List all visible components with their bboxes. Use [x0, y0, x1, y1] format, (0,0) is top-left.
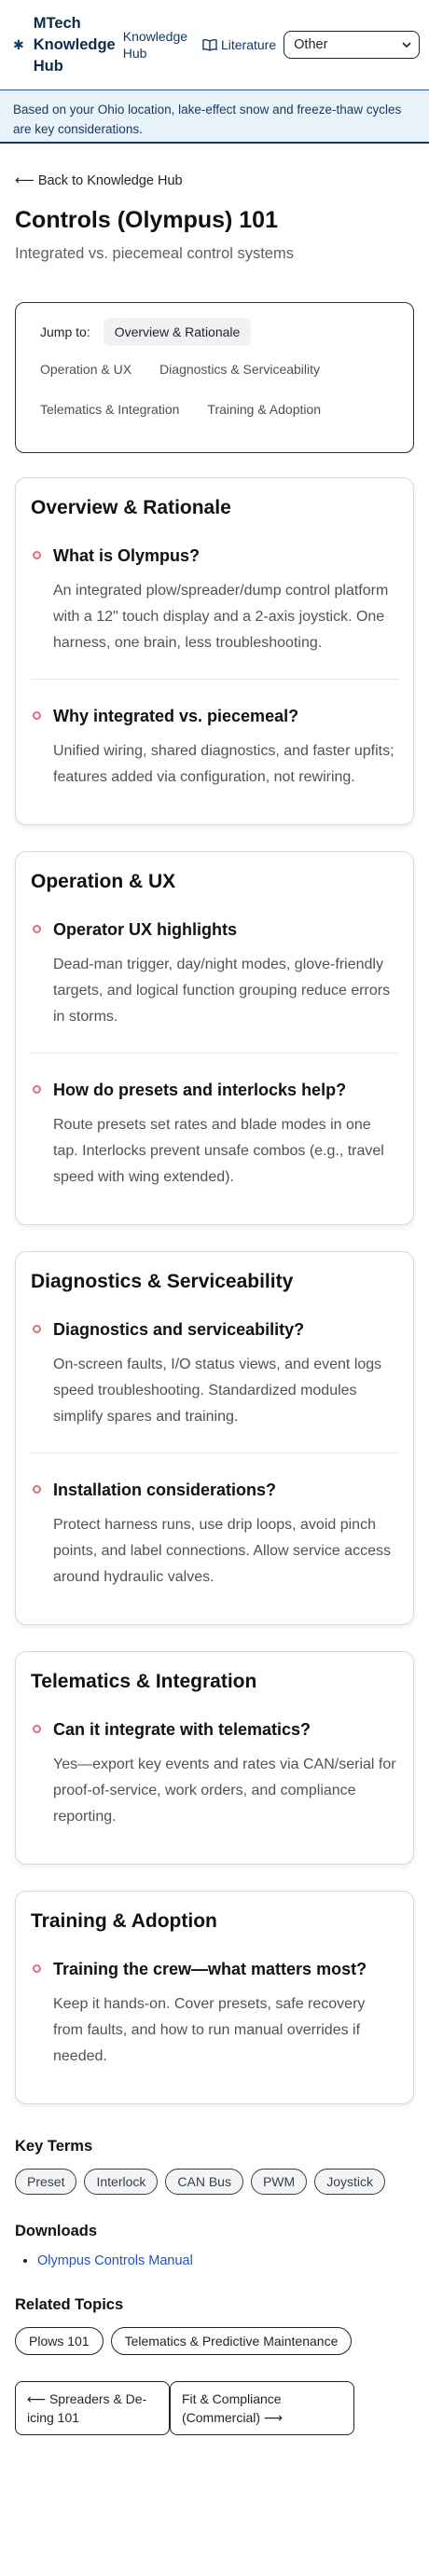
main-content: ⟵ Back to Knowledge Hub Controls (Olympu…	[0, 173, 429, 2435]
location-banner: Based on your Ohio location, lake-effect…	[0, 90, 429, 144]
bullet-icon	[33, 925, 41, 933]
question: Diagnostics and serviceability?	[53, 1320, 305, 1339]
qa-item: How do presets and interlocks help? Rout…	[31, 1053, 398, 1213]
related-topics-title: Related Topics	[15, 2296, 124, 2313]
section-title: Training & Adoption	[31, 1910, 217, 1932]
jump-training[interactable]: Training & Adoption	[196, 395, 332, 423]
jump-label: Jump to:	[40, 324, 90, 339]
section-title: Operation & UX	[31, 871, 176, 892]
bullet-icon	[33, 551, 41, 559]
downloads-title: Downloads	[15, 2223, 98, 2239]
answer: Unified wiring, shared diagnostics, and …	[53, 743, 394, 785]
back-to-hub-link[interactable]: ⟵ Back to Knowledge Hub	[15, 173, 414, 188]
answer: Keep it hands-on. Cover presets, safe re…	[53, 1996, 366, 2064]
key-terms-list: Preset Interlock CAN Bus PWM Joystick	[15, 2169, 414, 2195]
term-pill: Joystick	[314, 2169, 385, 2195]
related-telematics-link[interactable]: Telematics & Predictive Maintenance	[110, 2327, 353, 2355]
site-header: ✱ MTech Knowledge Hub Knowledge Hub Lite…	[0, 0, 429, 90]
section-operation: Operation & UX Operator UX highlights De…	[15, 851, 414, 1225]
region-select-value: Other	[294, 37, 328, 52]
bullet-icon	[33, 1325, 41, 1333]
bullet-icon	[33, 1964, 41, 1973]
bullet-icon	[33, 1485, 41, 1494]
jump-to-nav: Jump to: Overview & Rationale Operation …	[15, 302, 414, 453]
next-page-button[interactable]: Fit & Compliance (Commercial) ⟶	[170, 2381, 354, 2435]
downloads-list: Olympus Controls Manual	[15, 2253, 414, 2268]
question: Training the crew—what matters most?	[53, 1960, 367, 1978]
question: Can it integrate with telematics?	[53, 1720, 311, 1739]
term-pill: Preset	[15, 2169, 77, 2195]
answer: Yes—export key events and rates via CAN/…	[53, 1756, 396, 1825]
section-diagnostics: Diagnostics & Serviceability Diagnostics…	[15, 1251, 414, 1625]
nav-literature[interactable]: Literature	[202, 36, 276, 53]
brand-logo[interactable]: MTech Knowledge Hub	[34, 13, 116, 77]
qa-item: Diagnostics and serviceability? On-scree…	[31, 1310, 398, 1453]
jump-overview[interactable]: Overview & Rationale	[103, 318, 252, 346]
answer: Route presets set rates and blade modes …	[53, 1117, 384, 1185]
term-pill: PWM	[250, 2169, 308, 2195]
section-training: Training & Adoption Training the crew—wh…	[15, 1891, 414, 2104]
qa-item: Operator UX highlights Dead-man trigger,…	[31, 910, 398, 1053]
answer: Dead-man trigger, day/night modes, glove…	[53, 957, 391, 1025]
section-telematics: Telematics & Integration Can it integrat…	[15, 1651, 414, 1865]
prev-page-button[interactable]: ⟵ Spreaders & De-icing 101	[15, 2381, 170, 2435]
section-title: Overview & Rationale	[31, 497, 231, 518]
qa-item: What is Olympus? An integrated plow/spre…	[31, 536, 398, 679]
section-title: Telematics & Integration	[31, 1671, 257, 1692]
jump-diagnostics[interactable]: Diagnostics & Serviceability	[148, 355, 331, 383]
related-plows-link[interactable]: Plows 101	[15, 2327, 104, 2355]
jump-telematics[interactable]: Telematics & Integration	[29, 395, 190, 423]
jump-operation[interactable]: Operation & UX	[29, 355, 143, 383]
answer: On-screen faults, I/O status views, and …	[53, 1357, 382, 1425]
qa-item: Why integrated vs. piecemeal? Unified wi…	[31, 679, 398, 813]
chevron-down-icon	[402, 42, 411, 48]
answer: An integrated plow/spreader/dump control…	[53, 583, 389, 651]
nav-literature-label: Literature	[220, 37, 277, 52]
page-title: Controls (Olympus) 101	[15, 207, 278, 233]
qa-item: Can it integrate with telematics? Yes—ex…	[31, 1710, 398, 1853]
page-subtitle: Integrated vs. piecemeal control systems	[15, 245, 294, 262]
page-pager: ⟵ Spreaders & De-icing 101 Fit & Complia…	[15, 2381, 414, 2435]
question: Operator UX highlights	[53, 920, 238, 939]
section-overview: Overview & Rationale What is Olympus? An…	[15, 477, 414, 825]
book-icon	[202, 38, 217, 51]
related-topics-list: Plows 101 Telematics & Predictive Mainte…	[15, 2327, 414, 2355]
bullet-icon	[33, 711, 41, 720]
qa-item: Training the crew—what matters most? Kee…	[31, 1949, 398, 2092]
download-link-manual[interactable]: Olympus Controls Manual	[37, 2253, 414, 2268]
question: How do presets and interlocks help?	[53, 1081, 347, 1099]
region-select[interactable]: Other	[284, 31, 420, 59]
key-terms-title: Key Terms	[15, 2138, 93, 2155]
qa-item: Installation considerations? Protect har…	[31, 1453, 398, 1613]
section-title: Diagnostics & Serviceability	[31, 1271, 294, 1292]
answer: Protect harness runs, use drip loops, av…	[53, 1517, 391, 1585]
question: Why integrated vs. piecemeal?	[53, 707, 299, 725]
bullet-icon	[33, 1085, 41, 1094]
bullet-icon	[33, 1725, 41, 1733]
term-pill: CAN Bus	[165, 2169, 243, 2195]
term-pill: Interlock	[84, 2169, 159, 2195]
question: Installation considerations?	[53, 1481, 277, 1499]
logo-star-icon: ✱	[13, 36, 24, 52]
nav-knowledge-hub[interactable]: Knowledge Hub	[123, 28, 191, 62]
question: What is Olympus?	[53, 546, 201, 565]
